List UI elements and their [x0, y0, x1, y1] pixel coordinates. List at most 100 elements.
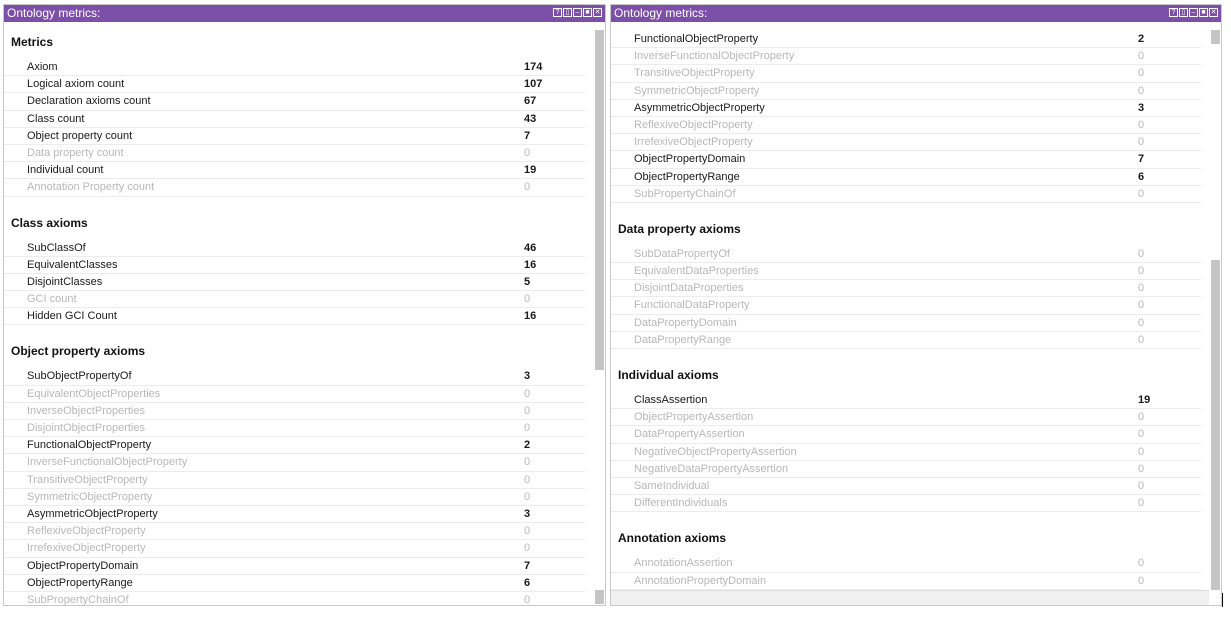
metric-row: Object property count 7 — [4, 128, 585, 145]
metric-label: ReflexiveObjectProperty — [27, 525, 146, 538]
section-rows: SubDataPropertyOf 0 EquivalentDataProperti… — [611, 246, 1209, 349]
metric-value: 0 — [524, 387, 531, 400]
metric-value: 19 — [524, 164, 537, 177]
metric-label: FunctionalObjectProperty — [634, 33, 759, 45]
metric-label: SubClassOf — [27, 241, 86, 254]
metric-label: InverseObjectProperties — [27, 404, 145, 417]
horizontal-scrollbar[interactable] — [611, 590, 1209, 605]
metric-row: InverseFunctionalObjectProperty 0 — [4, 454, 585, 472]
metric-row: SubPropertyChainOf 0 — [611, 186, 1201, 203]
metric-row: Data property count 0 — [4, 145, 585, 163]
metric-row: Logical axiom count 107 — [4, 76, 585, 94]
metric-row: ObjectPropertyAssertion 0 — [611, 409, 1201, 427]
metric-row: AnnotationPropertyDomain 0 — [611, 573, 1201, 590]
section-heading: Object property axioms — [11, 344, 146, 359]
metric-row: InverseObjectProperties 0 — [4, 403, 585, 420]
section-rows: Axiom 174 Logical axiom count 107 Declaratio… — [4, 59, 593, 197]
maximize-icon[interactable]: ■ — [1199, 8, 1208, 17]
metric-row: ClassAssertion 19 — [611, 392, 1201, 410]
metric-label: Declaration axioms count — [27, 95, 151, 108]
metric-value: 0 — [1138, 479, 1145, 492]
metric-value: 5 — [524, 275, 531, 288]
metric-label: DisjointClasses — [27, 275, 103, 288]
vertical-scrollbar[interactable] — [1211, 30, 1220, 603]
metric-row: DataPropertyRange 0 — [611, 332, 1201, 349]
metric-label: InverseFunctionalObjectProperty — [27, 456, 188, 469]
metric-value: 7 — [1138, 153, 1145, 166]
metric-value: 0 — [524, 146, 531, 159]
close-icon[interactable]: ✕ — [1209, 8, 1218, 17]
panel-title: Ontology metrics: — [7, 6, 101, 20]
metric-label: Data property count — [27, 146, 124, 159]
metric-row: Class count 43 — [4, 111, 585, 128]
metric-row: Hidden GCI Count 16 — [4, 308, 585, 326]
metric-value: 0 — [1138, 574, 1145, 587]
metric-row: SymmetricObjectProperty 0 — [4, 489, 585, 506]
split-view-icon[interactable]: ▯ — [1179, 8, 1188, 17]
metric-value: 19 — [1138, 394, 1151, 406]
metric-value: 2 — [524, 439, 531, 452]
metric-value: 0 — [524, 593, 531, 605]
help-icon[interactable]: ? — [1169, 8, 1178, 17]
metric-row: ObjectPropertyDomain 7 — [4, 558, 585, 575]
metric-row: Individual count 19 — [4, 162, 585, 180]
text-cursor — [1222, 593, 1223, 607]
metric-value: 6 — [524, 576, 531, 589]
metric-value: 0 — [524, 473, 531, 486]
metric-label: TransitiveObjectProperty — [634, 67, 755, 80]
close-icon[interactable]: ✕ — [593, 8, 602, 17]
metric-label: AsymmetricObjectProperty — [27, 507, 158, 520]
metric-label: IrrefexiveObjectProperty — [27, 542, 146, 555]
metric-row: GCI count 0 — [4, 291, 585, 309]
metric-value: 0 — [1138, 247, 1145, 260]
metric-label: EquivalentDataProperties — [634, 265, 759, 278]
metric-row: IrrefexiveObjectProperty 0 — [611, 134, 1201, 152]
section-rows: FunctionalObjectProperty 2 InverseFunction… — [611, 31, 1209, 203]
metric-label: ObjectPropertyAssertion — [634, 411, 754, 424]
minimize-icon[interactable]: – — [573, 8, 582, 17]
metric-label: Individual count — [27, 164, 104, 177]
metric-label: DataPropertyRange — [634, 333, 732, 346]
metric-row: NegativeDataPropertyAssertion 0 — [611, 461, 1201, 478]
section-heading: Annotation axioms — [618, 531, 727, 546]
vertical-scrollbar[interactable] — [595, 30, 604, 604]
section-heading: Class axioms — [11, 215, 88, 230]
metric-value: 0 — [1138, 136, 1145, 149]
metric-value: 0 — [1138, 428, 1145, 441]
metric-row: FunctionalObjectProperty 2 — [4, 437, 585, 455]
panel-title: Ontology metrics: — [614, 6, 708, 20]
window-controls: ? ▯ – ■ ✕ — [1169, 8, 1218, 17]
metric-row: IrrefexiveObjectProperty 0 — [4, 540, 585, 558]
metric-value: 0 — [1138, 497, 1145, 510]
metric-value: 0 — [1138, 187, 1145, 200]
metric-value: 0 — [1138, 316, 1145, 329]
scrollbar-thumb[interactable] — [595, 30, 604, 370]
metric-value: 0 — [1138, 118, 1145, 131]
section-rows: SubObjectPropertyOf 3 EquivalentObjectProp… — [4, 368, 593, 605]
panel-titlebar: Ontology metrics: ? ▯ – ■ ✕ — [4, 5, 605, 22]
metric-value: 0 — [524, 542, 531, 555]
metric-value: 0 — [1138, 282, 1145, 295]
metric-row: FunctionalDataProperty 0 — [611, 297, 1201, 315]
metric-value: 0 — [1138, 462, 1145, 475]
metric-row: DataPropertyAssertion 0 — [611, 426, 1201, 444]
split-view-icon[interactable]: ▯ — [563, 8, 572, 17]
scrollbar-up-arrow[interactable] — [1211, 30, 1220, 44]
metric-label: DisjointObjectProperties — [27, 422, 145, 434]
metric-label: Class count — [27, 112, 85, 125]
metric-label: SubPropertyChainOf — [27, 593, 129, 605]
minimize-icon[interactable]: – — [1189, 8, 1198, 17]
scrollbar-down-arrow[interactable] — [595, 590, 604, 604]
metric-value: 7 — [524, 129, 531, 142]
help-icon[interactable]: ? — [553, 8, 562, 17]
metric-row: EquivalentClasses 16 — [4, 257, 585, 274]
metric-value: 0 — [1138, 411, 1145, 424]
metric-label: DisjointDataProperties — [634, 282, 744, 295]
maximize-icon[interactable]: ■ — [583, 8, 592, 17]
metric-row: Axiom 174 — [4, 59, 585, 77]
metric-value: 0 — [1138, 265, 1145, 278]
scrollbar-thumb[interactable] — [1211, 260, 1220, 590]
metric-row: ObjectPropertyRange 6 — [4, 575, 585, 592]
metric-value: 46 — [524, 241, 537, 254]
